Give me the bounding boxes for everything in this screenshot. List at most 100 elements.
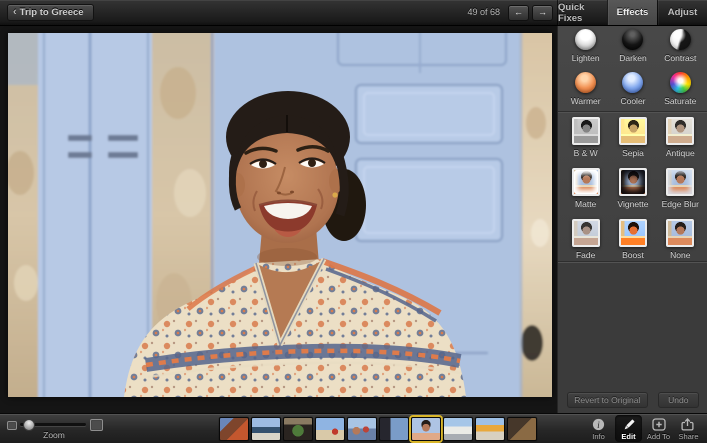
effect-label: Contrast [664, 53, 696, 63]
filmstrip-thumb-green-shirt-person[interactable] [283, 417, 313, 441]
cooler-sphere-icon [622, 72, 643, 93]
filmstrip-thumb-beach-red-figure[interactable] [315, 417, 345, 441]
previous-photo-button[interactable]: ← [508, 5, 529, 21]
effects-panel: Lighten Darken Contrast Warmer Cooler Saturat… [557, 25, 707, 413]
svg-text:i: i [597, 421, 600, 431]
iphoto-window: ‹ Trip to Greece 49 of 68 ← → Quick Fixe… [0, 0, 707, 442]
next-photo-button[interactable]: → [532, 5, 553, 21]
preview-photo [668, 221, 692, 245]
effect-spheres-grid: Lighten Darken Contrast Warmer Cooler Saturat… [562, 26, 704, 112]
action-label: Add To [647, 432, 670, 441]
add-to-button[interactable]: Add To [645, 415, 672, 442]
share-button[interactable]: Share [675, 415, 702, 442]
warmer-effect-button[interactable]: Warmer [562, 69, 609, 112]
bw-effect-preview [572, 117, 600, 145]
preview-photo [668, 119, 692, 143]
sepia-effect-preview [619, 117, 647, 145]
panel-divider [558, 111, 707, 113]
cooler-effect-button[interactable]: Cooler [609, 69, 656, 112]
antique-effect-preview [666, 117, 694, 145]
tab-effects[interactable]: Effects [607, 0, 657, 25]
saturate-effect-button[interactable]: Saturate [657, 69, 704, 112]
effect-label: Warmer [571, 96, 601, 106]
action-label: Edit [621, 432, 635, 441]
sepia-effect-button[interactable]: Sepia [609, 114, 656, 165]
filmstrip-thumb-white-terrace[interactable] [443, 417, 473, 441]
back-button-label: Trip to Greece [20, 7, 84, 18]
warmer-sphere-icon [575, 72, 596, 93]
darken-effect-button[interactable]: Darken [609, 26, 656, 69]
boost-effect-button[interactable]: Boost [609, 216, 656, 267]
contrast-sphere-icon [670, 29, 691, 50]
preview-photo [574, 221, 598, 245]
photo-nav: ← → [508, 5, 553, 21]
zoom-control: Zoom [6, 414, 106, 443]
effect-label: Saturate [664, 96, 696, 106]
top-toolbar: ‹ Trip to Greece 49 of 68 ← → Quick Fixe… [0, 0, 707, 26]
filmstrip-thumb-sea-view[interactable] [251, 417, 281, 441]
effect-label: Darken [619, 53, 646, 63]
info-icon: i [592, 418, 605, 431]
fade-effect-preview [572, 219, 600, 247]
edge-blur-effect-button[interactable]: Edge Blur [657, 165, 704, 216]
current-photo[interactable] [8, 33, 552, 397]
undo-button[interactable]: Undo [658, 392, 699, 408]
share-icon [681, 418, 696, 431]
tab-adjust[interactable]: Adjust [657, 0, 707, 25]
matte-effect-preview [572, 168, 600, 196]
filmstrip-thumb-group-people[interactable] [347, 417, 377, 441]
tab-quick-fixes[interactable]: Quick Fixes [557, 0, 607, 25]
zoom-label: Zoom [6, 430, 102, 440]
filmstrip-thumb-cliff-person[interactable] [219, 417, 249, 441]
effect-label: Vignette [617, 199, 648, 209]
bottom-toolbar: Zoom iInfo Edit Add To Share [0, 413, 707, 443]
preview-photo [574, 170, 598, 194]
edit-mode-tabs: Quick FixesEffectsAdjust [557, 0, 707, 25]
saturate-sphere-icon [670, 72, 691, 93]
none-effect-button[interactable]: None [657, 216, 704, 267]
matte-effect-button[interactable]: Matte [562, 165, 609, 216]
effect-label: Sepia [622, 148, 644, 158]
boost-effect-preview [619, 219, 647, 247]
preview-photo [621, 170, 645, 194]
vignette-effect-preview [619, 168, 647, 196]
revert-to-original-button[interactable]: Revert to Original [567, 392, 648, 408]
none-effect-preview [666, 219, 694, 247]
effect-label: Antique [666, 148, 695, 158]
antique-effect-button[interactable]: Antique [657, 114, 704, 165]
preview-photo [621, 221, 645, 245]
effect-label: None [670, 250, 690, 260]
lighten-sphere-icon [575, 29, 596, 50]
filmstrip-thumb-portrait-woman[interactable] [411, 417, 441, 441]
effect-label: Cooler [620, 96, 645, 106]
photo-counter: 49 of 68 [448, 0, 500, 25]
photo-canvas [0, 25, 557, 413]
back-button[interactable]: ‹ Trip to Greece [7, 4, 94, 21]
effect-label: Edge Blur [662, 199, 699, 209]
zoom-out-photo-icon [7, 421, 17, 430]
effect-label: B & W [574, 148, 598, 158]
lighten-effect-button[interactable]: Lighten [562, 26, 609, 69]
panel-lower-area: Revert to Original Undo [558, 263, 707, 413]
filmstrip-thumb-dark-building[interactable] [507, 417, 537, 441]
effect-thumbnails-grid: B & W Sepia Antique Matte Vignette Edge Blur F… [562, 114, 704, 267]
filmstrip-thumb-harbor-dark[interactable] [379, 417, 409, 441]
darken-sphere-icon [622, 29, 643, 50]
edit-icon [622, 418, 636, 431]
fade-effect-button[interactable]: Fade [562, 216, 609, 267]
add-icon [652, 418, 666, 431]
effect-label: Lighten [572, 53, 600, 63]
edit-button[interactable]: Edit [615, 415, 642, 442]
vignette-effect-button[interactable]: Vignette [609, 165, 656, 216]
effect-label: Fade [576, 250, 595, 260]
info-button[interactable]: iInfo [585, 415, 612, 442]
effect-label: Boost [622, 250, 644, 260]
action-buttons: iInfo Edit Add To Share [585, 415, 702, 442]
contrast-effect-button[interactable]: Contrast [657, 26, 704, 69]
filmstrip-thumb-orange-flowers[interactable] [475, 417, 505, 441]
preview-photo [668, 170, 692, 194]
b-w-effect-button[interactable]: B & W [562, 114, 609, 165]
back-chevron-icon: ‹ [13, 7, 17, 18]
preview-photo [574, 119, 598, 143]
effect-label: Matte [575, 199, 596, 209]
